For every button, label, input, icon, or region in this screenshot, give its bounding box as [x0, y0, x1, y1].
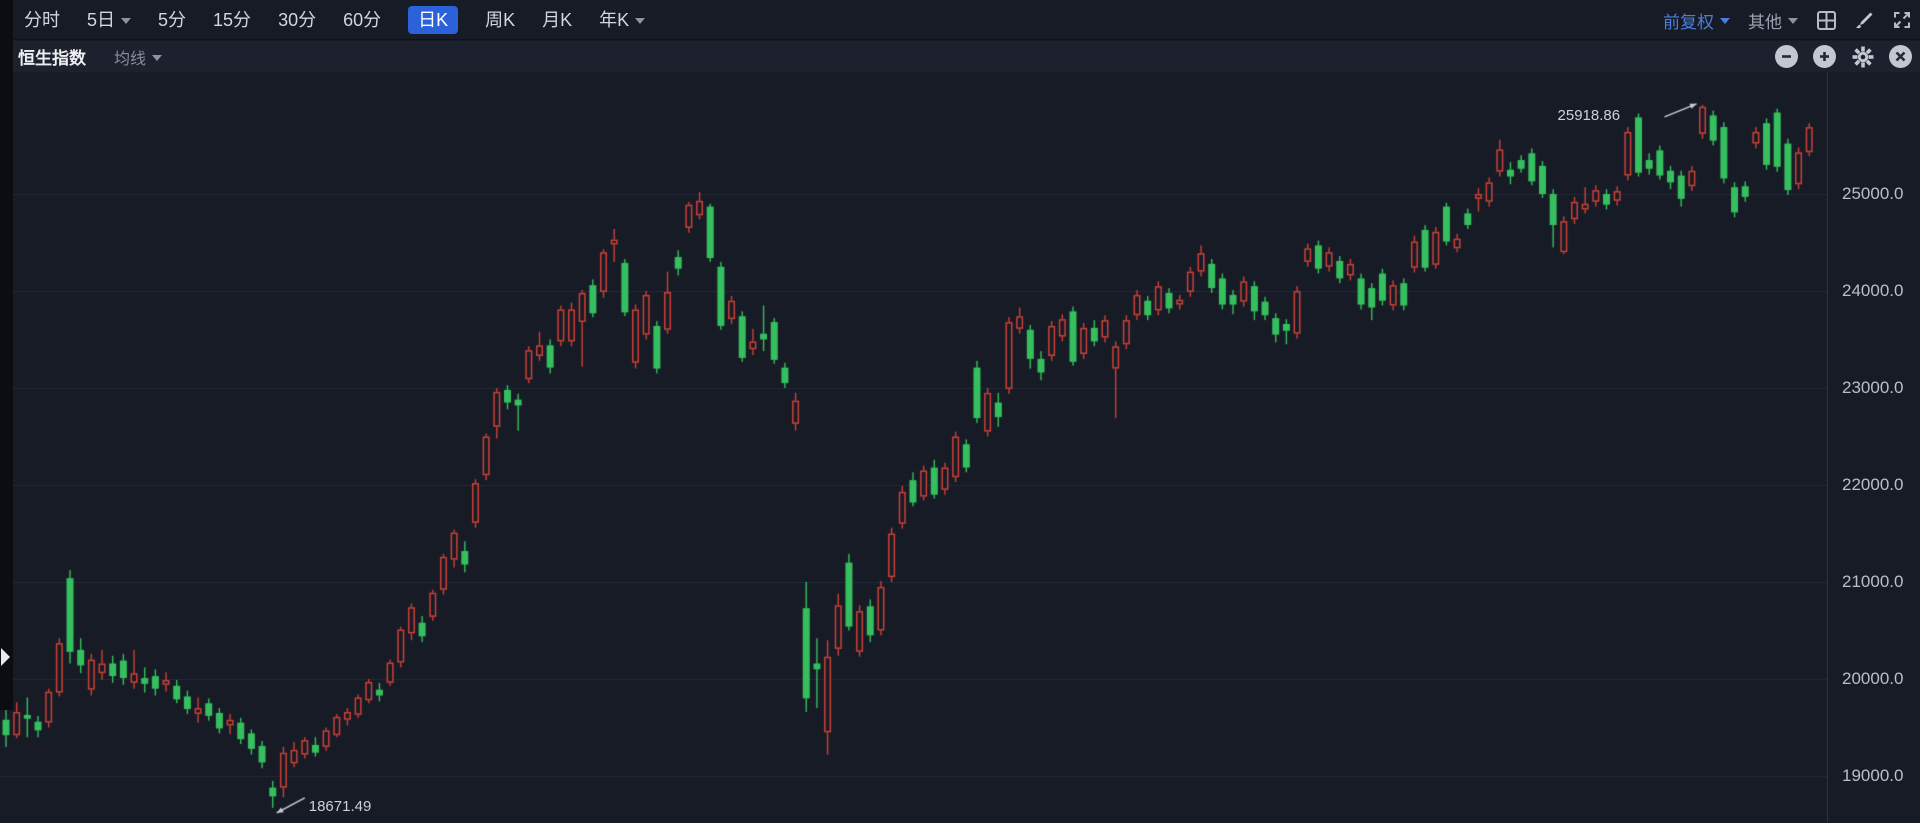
- chevron-down-icon: [121, 18, 131, 24]
- zoom-in-icon[interactable]: [1813, 45, 1836, 68]
- other-label: 其他: [1748, 8, 1782, 33]
- tab-5min[interactable]: 5分: [158, 0, 186, 40]
- price-adjustment-dropdown[interactable]: 前复权: [1663, 8, 1730, 33]
- tab-60min[interactable]: 60分: [343, 0, 381, 40]
- zoom-out-icon[interactable]: [1775, 45, 1798, 68]
- y-axis-tick-label: 23000.0: [1842, 378, 1903, 398]
- tab-weekly-k[interactable]: 周K: [485, 0, 515, 40]
- close-icon[interactable]: [1889, 45, 1912, 68]
- moving-average-label: 均线: [114, 45, 146, 69]
- tab-5day-label: 5日: [87, 0, 115, 40]
- chart-control-icons: [1775, 45, 1912, 68]
- left-panel-expand-handle[interactable]: [1, 648, 10, 666]
- chevron-down-icon: [1720, 18, 1730, 24]
- grid-layout-icon[interactable]: [1816, 10, 1836, 30]
- tab-daily-k-selected[interactable]: 日K: [408, 6, 458, 34]
- settings-gear-icon[interactable]: [1851, 45, 1874, 68]
- tab-5day[interactable]: 5日: [87, 0, 131, 40]
- tab-monthly-k[interactable]: 月K: [542, 0, 572, 40]
- y-axis-tick-label: 22000.0: [1842, 475, 1903, 495]
- chart-subheader: 恒生指数 均线: [0, 41, 1920, 72]
- tab-15min[interactable]: 15分: [213, 0, 251, 40]
- tab-yearly-k[interactable]: 年K: [599, 0, 645, 40]
- price-axis[interactable]: 25000.0 24000.0 23000.0 22000.0 21000.0 20000…: [1827, 72, 1920, 823]
- y-axis-tick-label: 19000.0: [1842, 766, 1903, 786]
- collapsed-left-panel: [0, 0, 13, 710]
- price-adjustment-label: 前复权: [1663, 8, 1714, 33]
- stock-chart-app: 分时 5日 5分 15分 30分 60分 日K 周K 月K 年K 前复权 其他: [0, 0, 1920, 823]
- tab-30min[interactable]: 30分: [278, 0, 316, 40]
- y-axis-tick-label: 21000.0: [1842, 572, 1903, 592]
- candlestick-chart-area: 25000.0 24000.0 23000.0 22000.0 21000.0 20000…: [0, 72, 1920, 823]
- y-axis-tick-label: 24000.0: [1842, 281, 1903, 301]
- brush-icon[interactable]: [1854, 10, 1874, 30]
- other-dropdown[interactable]: 其他: [1748, 8, 1798, 33]
- moving-average-dropdown[interactable]: 均线: [114, 45, 162, 69]
- y-axis-tick-label: 20000.0: [1842, 669, 1903, 689]
- chevron-down-icon: [152, 55, 162, 61]
- fullscreen-icon[interactable]: [1892, 10, 1912, 30]
- low-price-annotation: 18671.49: [309, 798, 372, 815]
- tab-minute-line[interactable]: 分时: [24, 0, 60, 40]
- chevron-down-icon: [635, 18, 645, 24]
- period-toolbar: 分时 5日 5分 15分 30分 60分 日K 周K 月K 年K 前复权 其他: [0, 0, 1920, 40]
- chevron-down-icon: [1788, 18, 1798, 24]
- toolbar-right-controls: 前复权 其他: [1663, 0, 1912, 40]
- period-tabs: 分时 5日 5分 15分 30分 60分 日K 周K 月K 年K: [0, 0, 645, 40]
- y-axis-tick-label: 25000.0: [1842, 184, 1903, 204]
- tab-yearly-k-label: 年K: [599, 0, 629, 40]
- high-price-annotation: 25918.86: [1558, 107, 1621, 124]
- candlestick-chart-canvas[interactable]: [0, 72, 1827, 823]
